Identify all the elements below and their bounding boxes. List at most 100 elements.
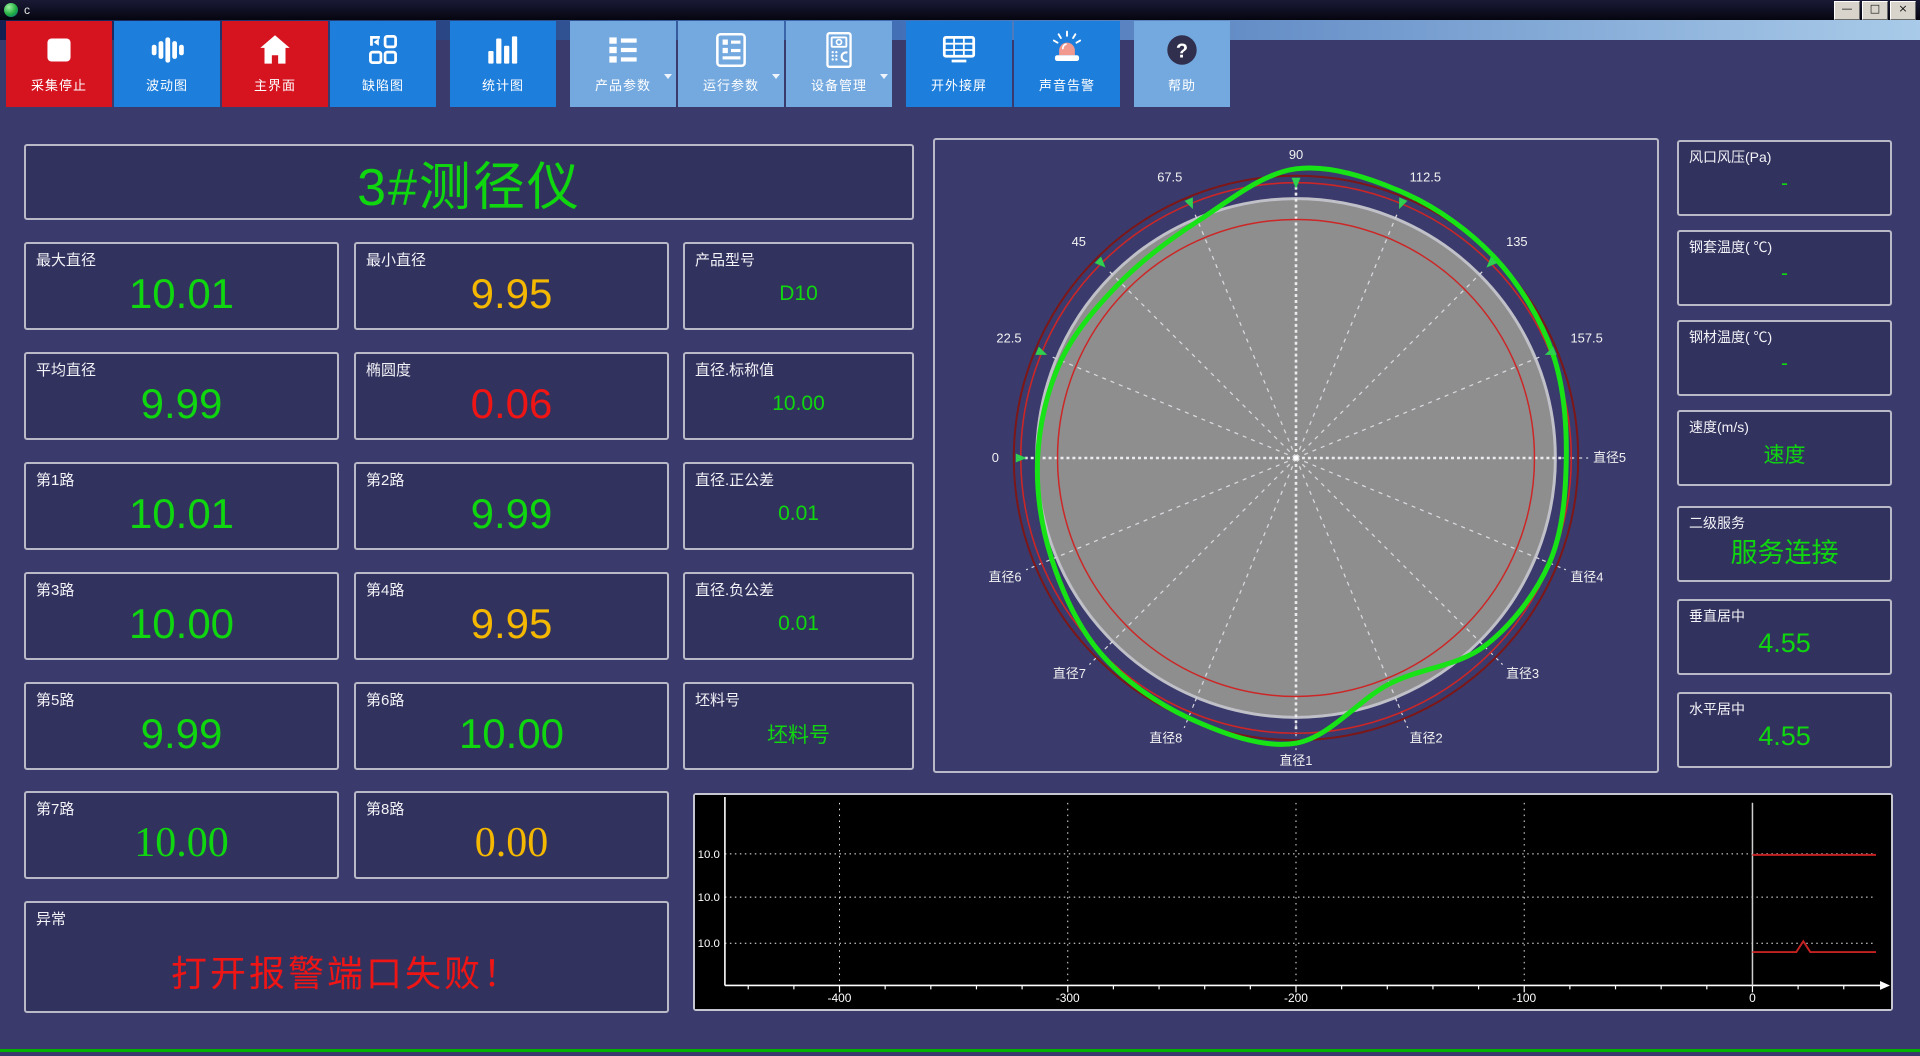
alarm-label: 异常: [36, 911, 67, 928]
metric-panel: 第6路 10.00: [354, 682, 669, 770]
metric-value: 10.01: [128, 490, 235, 537]
metric-value: 0.01: [778, 502, 819, 525]
sidebar-panel: 钢材温度( ℃) -: [1677, 320, 1892, 396]
toolbar-button-main-screen[interactable]: 主界面: [222, 21, 328, 107]
sidebar-value: 服务连接: [1730, 537, 1839, 568]
toolbar-button-label: 帮助: [1167, 78, 1196, 93]
help-icon: ?: [1167, 35, 1197, 65]
dropdown-arrow-icon[interactable]: [664, 74, 672, 79]
metric-panel: 直径.标称值 10.00: [683, 352, 914, 440]
footer-green-line: [0, 1049, 1920, 1052]
svg-text:45: 45: [1072, 234, 1086, 249]
window-title: c: [24, 3, 30, 17]
run-params-icon: [716, 32, 746, 68]
toolbar-button-sound-alarm[interactable]: 声音告警: [1014, 21, 1120, 107]
svg-text:直径1: 直径1: [1280, 753, 1313, 768]
defect-chart-icon: [369, 34, 397, 64]
wave-chart-icon: [151, 37, 184, 63]
title-bar: c — □ ×: [0, 0, 1920, 20]
metric-panel: 第5路 9.99: [24, 682, 339, 770]
toolbar-button-label: 产品参数: [594, 78, 651, 93]
home-icon: [260, 35, 290, 64]
svg-text:90: 90: [1289, 147, 1303, 162]
metric-panel: 坯料号 坯料号: [683, 682, 914, 770]
svg-text:-400: -400: [828, 991, 852, 1005]
sidebar-panel: 速度(m/s) 速度: [1677, 410, 1892, 486]
stop-icon: [47, 38, 71, 62]
svg-text:直径4: 直径4: [1570, 570, 1603, 585]
polar-chart-panel: 直径5 157.5 135 112.5 90 67.5 45 22.5 0 直径6 直径7 直径8 直径…: [933, 138, 1659, 773]
svg-text:10.0: 10.0: [698, 892, 720, 904]
svg-text:直径3: 直径3: [1506, 666, 1539, 681]
toolbar-button-product-params[interactable]: 产品参数: [570, 21, 676, 107]
sidebar-panel: 垂直居中 4.55: [1677, 599, 1892, 675]
svg-text:112.5: 112.5: [1410, 170, 1441, 185]
svg-text:-200: -200: [1284, 991, 1308, 1005]
toolbar-button-label: 设备管理: [810, 78, 867, 93]
sidebar-value: 4.55: [1758, 720, 1811, 751]
sidebar-panel: 钢套温度( ℃) -: [1677, 230, 1892, 306]
toolbar-button-device-management[interactable]: 设备管理: [786, 21, 892, 107]
svg-text:直径2: 直径2: [1410, 730, 1443, 745]
svg-text:直径5: 直径5: [1593, 450, 1626, 465]
metric-panel: 第4路 9.95: [354, 572, 669, 660]
svg-text:135: 135: [1506, 234, 1528, 249]
svg-text:157.5: 157.5: [1570, 330, 1602, 345]
metric-value: 9.95: [470, 600, 553, 647]
metric-panel: 最大直径 10.01: [24, 242, 339, 330]
metric-value: 9.95: [470, 270, 553, 317]
sidebar-value: -: [1781, 262, 1788, 285]
toolbar-button-statistics-chart[interactable]: 统计图: [450, 21, 556, 107]
metric-panel: 椭圆度 0.06: [354, 352, 669, 440]
toolbar-button-label: 统计图: [481, 78, 524, 93]
metric-value: 9.99: [140, 710, 223, 757]
sidebar-value: -: [1781, 172, 1788, 195]
metric-panel: 第3路 10.00: [24, 572, 339, 660]
dropdown-arrow-icon[interactable]: [880, 74, 888, 79]
product-params-icon: [609, 37, 637, 63]
metric-panel: 产品型号 D10: [683, 242, 914, 330]
metric-value: 9.99: [140, 380, 223, 427]
svg-text:10.0: 10.0: [698, 849, 720, 861]
metric-value: D10: [779, 282, 818, 305]
metric-panel: 第7路 10.00: [24, 791, 339, 879]
metric-value: 10.01: [128, 270, 235, 317]
sidebar-value: -: [1781, 352, 1788, 375]
device-management-icon: [826, 32, 852, 68]
metric-panel: 直径.负公差 0.01: [683, 572, 914, 660]
metric-value: 0.06: [470, 380, 553, 427]
svg-text:0: 0: [992, 450, 999, 465]
metric-value: 0.00: [474, 820, 549, 866]
svg-text:0: 0: [1749, 991, 1756, 1005]
toolbar-button-label: 主界面: [253, 78, 296, 93]
alarm-panel: 异常 打开报警端口失败！: [24, 901, 669, 1013]
sidebar-panel: 风口风压(Pa) -: [1677, 140, 1892, 216]
svg-text:-300: -300: [1056, 991, 1080, 1005]
svg-text:?: ?: [1176, 40, 1188, 62]
window-controls: — □ ×: [1834, 0, 1916, 20]
metric-panel: 直径.正公差 0.01: [683, 462, 914, 550]
toolbar-button-label: 运行参数: [702, 78, 759, 93]
close-button[interactable]: ×: [1890, 0, 1916, 20]
polar-chart: 直径5 157.5 135 112.5 90 67.5 45 22.5 0 直径6 直径7 直径8 直径…: [989, 147, 1627, 768]
app-icon: [4, 3, 18, 17]
toolbar-button-defect-chart[interactable]: 缺陷图: [330, 21, 436, 107]
stats-chart-icon: [488, 36, 518, 64]
restore-button[interactable]: □: [1862, 0, 1888, 20]
dropdown-arrow-icon[interactable]: [772, 74, 780, 79]
metric-value: 0.01: [778, 612, 819, 635]
toolbar-button-run-params[interactable]: 运行参数: [678, 21, 784, 107]
station-title: 3#测径仪: [357, 158, 581, 217]
toolbar-button-wave-chart[interactable]: 波动图: [114, 21, 220, 107]
sound-alarm-icon: [1052, 30, 1082, 62]
metric-panel: 平均直径 9.99: [24, 352, 339, 440]
station-title-panel: 3#测径仪: [24, 144, 914, 220]
minimize-button[interactable]: —: [1834, 0, 1860, 20]
toolbar-button-external-screen[interactable]: 开外接屏: [906, 21, 1012, 107]
toolbar-button-help[interactable]: ? 帮助: [1134, 21, 1230, 107]
alarm-message: 打开报警端口失败！: [170, 953, 522, 994]
trend-chart: 10.0 10.0 10.0 -400 -300 -200 -100 0: [695, 795, 1891, 1009]
metric-panel: 最小直径 9.95: [354, 242, 669, 330]
svg-text:67.5: 67.5: [1157, 170, 1182, 185]
toolbar-button-stop-acquisition[interactable]: 采集停止: [6, 21, 112, 107]
